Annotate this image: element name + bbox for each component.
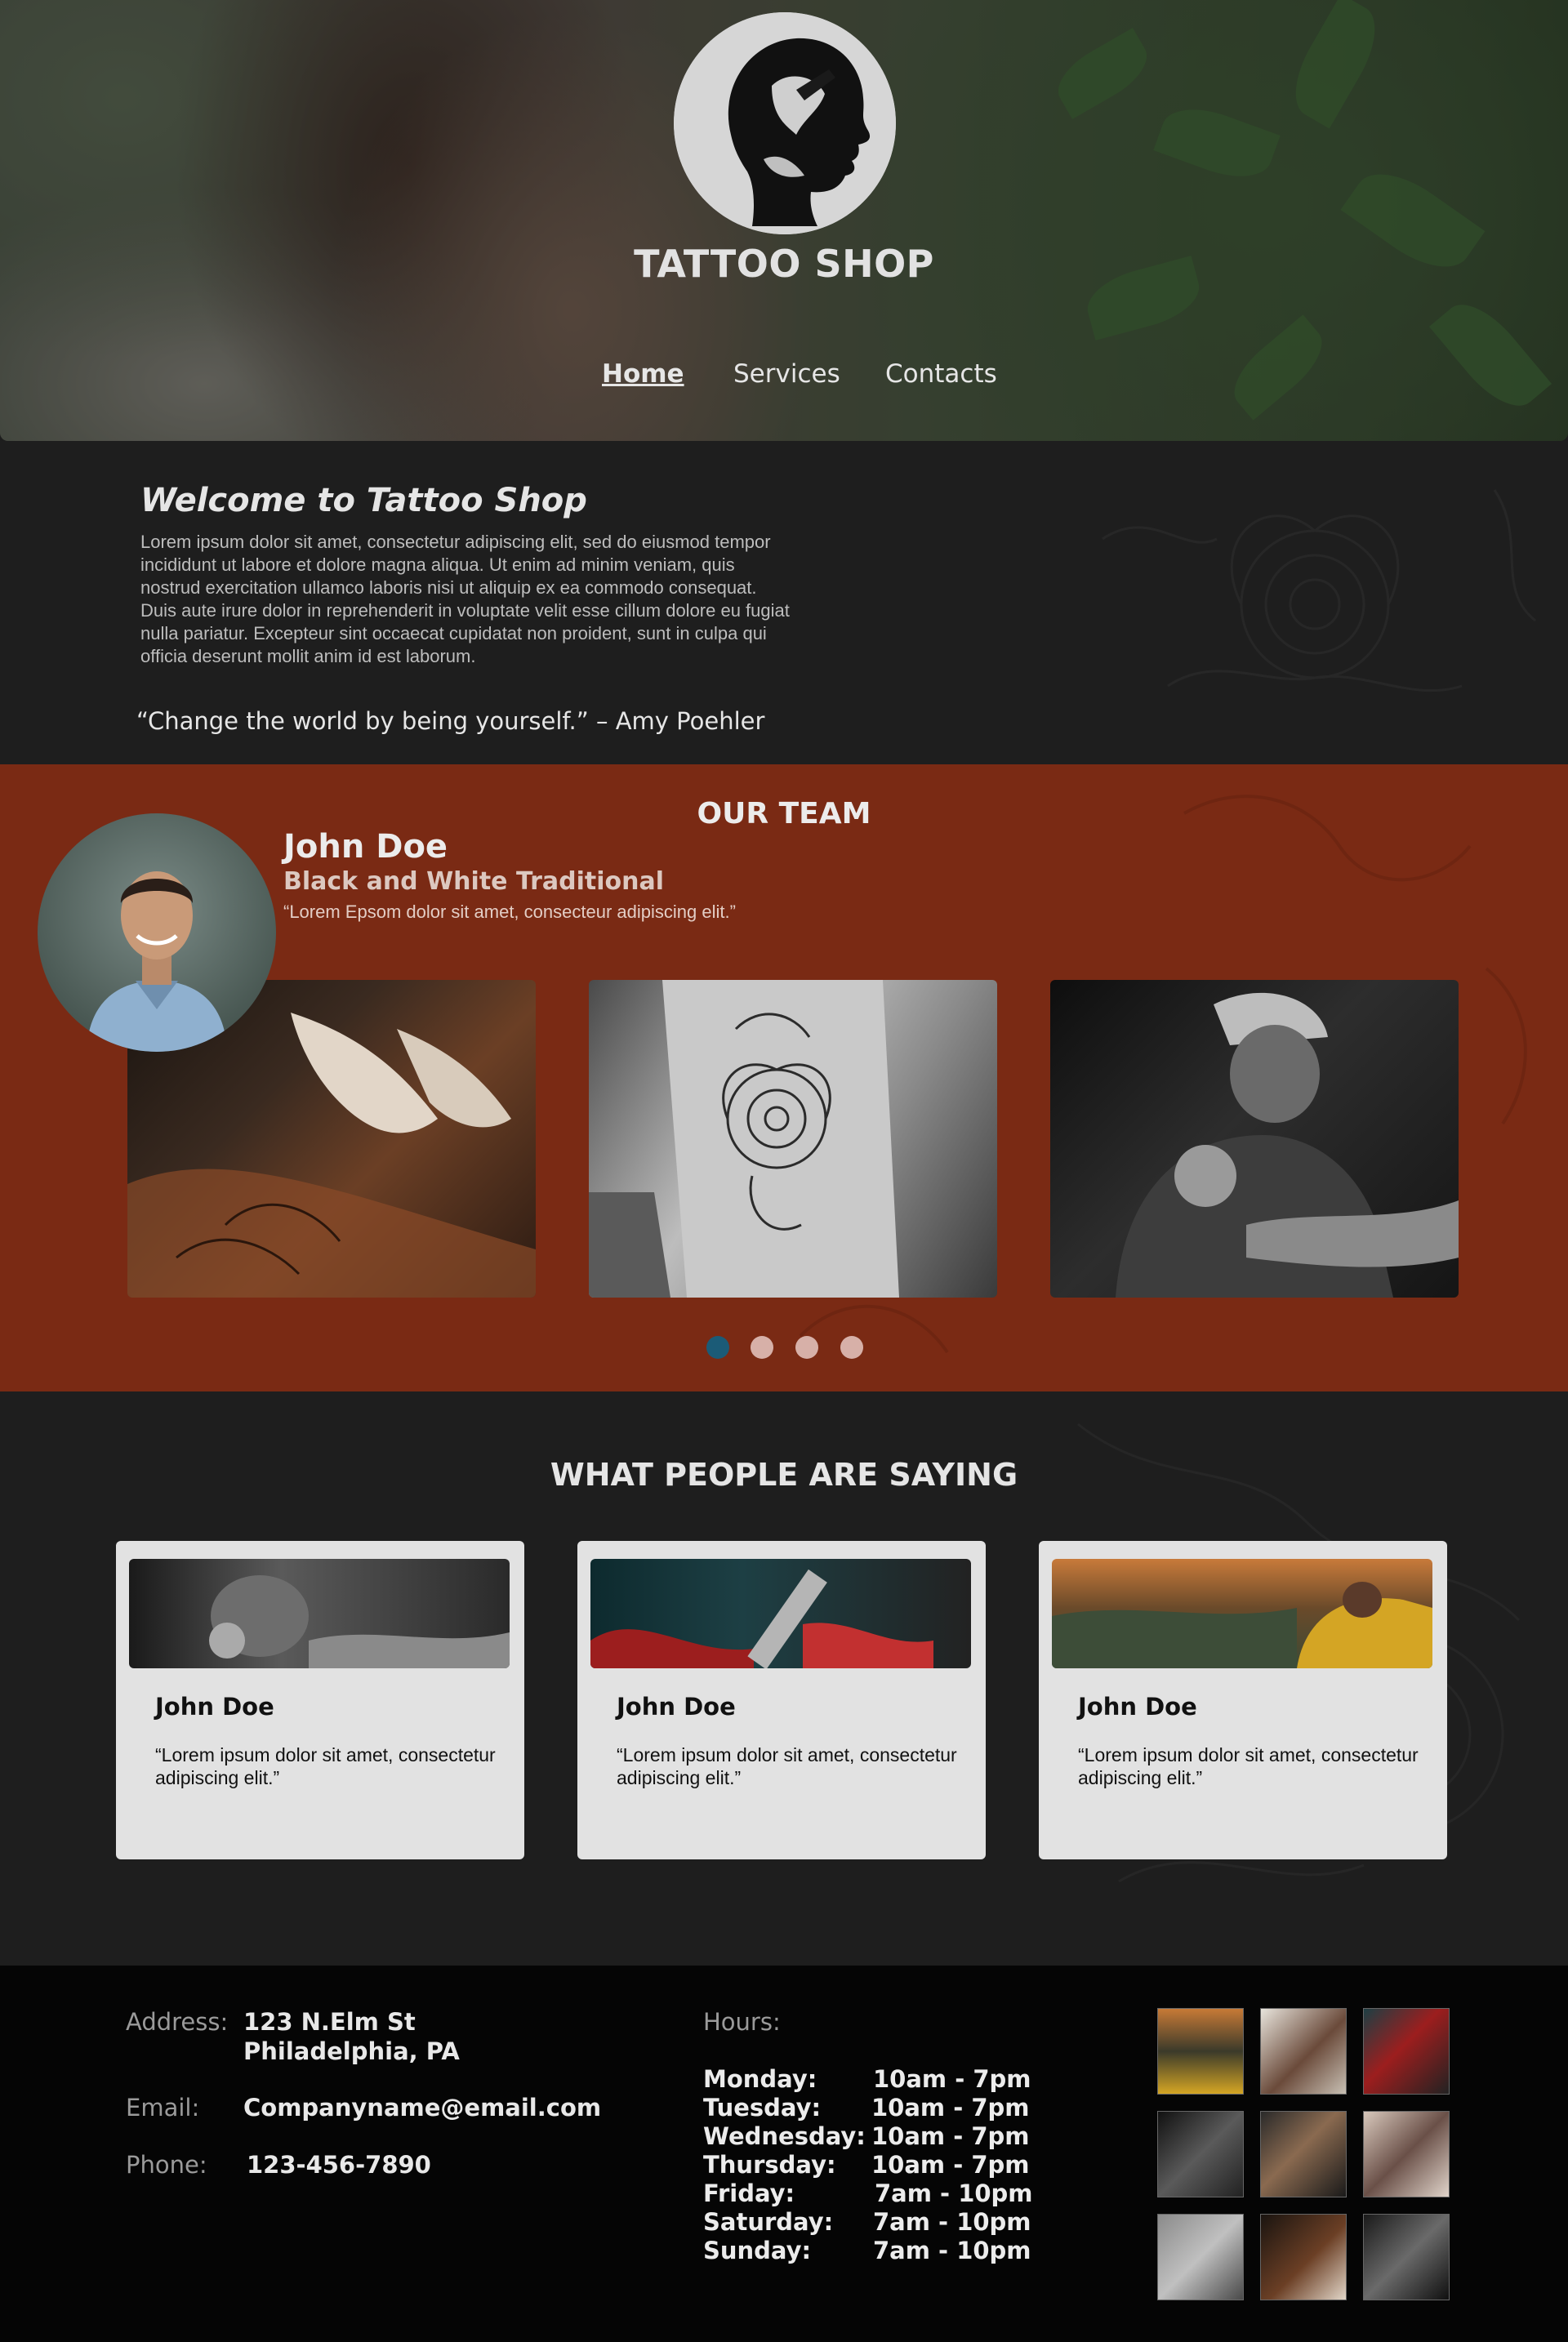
hours-label: Hours: bbox=[703, 2008, 781, 2036]
hours-day: Friday: bbox=[703, 2179, 795, 2207]
carousel-dot-1[interactable] bbox=[706, 1336, 729, 1359]
main-nav: Home Services Contacts bbox=[0, 359, 1568, 400]
team-member-quote: “Lorem Epsom dolor sit amet, consecteur … bbox=[283, 902, 736, 922]
gallery-thumbnail[interactable] bbox=[1363, 2008, 1450, 2095]
sunset-tattooed-person-photo bbox=[1052, 1582, 1432, 1668]
team-member-style: Black and White Traditional bbox=[283, 867, 665, 896]
address-line2: Philadelphia, PA bbox=[243, 2037, 460, 2065]
logo[interactable] bbox=[674, 12, 896, 234]
nav-home[interactable]: Home bbox=[602, 359, 684, 389]
gallery-thumbnail[interactable] bbox=[1363, 2214, 1450, 2300]
gallery-thumbnail[interactable] bbox=[1363, 2111, 1450, 2197]
floral-tattoo-image bbox=[589, 980, 899, 1298]
welcome-body: Lorem ipsum dolor sit amet, consectetur … bbox=[140, 532, 790, 666]
welcome-heading: Welcome to Tattoo Shop bbox=[140, 482, 587, 519]
testimonial-photo bbox=[1052, 1559, 1432, 1668]
nav-contacts[interactable]: Contacts bbox=[885, 359, 997, 389]
hours-day: Wednesday: bbox=[703, 2122, 866, 2150]
testimonial-name: John Doe bbox=[617, 1693, 736, 1721]
testimonial-photo bbox=[129, 1559, 510, 1668]
gallery-thumbnail[interactable] bbox=[1157, 2214, 1244, 2300]
hours-day: Sunday: bbox=[703, 2237, 812, 2264]
hours-day: Thursday: bbox=[703, 2151, 836, 2179]
testimonial-name: John Doe bbox=[1078, 1693, 1197, 1721]
email-label: Email: bbox=[126, 2094, 200, 2122]
team-section: OUR TEAM John Doe Black and White Tradit… bbox=[0, 764, 1568, 1391]
tattoo-machine-photo bbox=[590, 1569, 933, 1668]
hours-day: Tuesday: bbox=[703, 2094, 822, 2122]
testimonial-card: John Doe “Lorem ipsum dolor sit amet, co… bbox=[116, 1541, 524, 1859]
gallery-image-2[interactable] bbox=[589, 980, 997, 1298]
testimonial-card: John Doe “Lorem ipsum dolor sit amet, co… bbox=[1039, 1541, 1447, 1859]
tattoo-artist-image bbox=[1116, 992, 1459, 1298]
testimonial-name: John Doe bbox=[155, 1693, 274, 1721]
testimonial-text: “Lorem ipsum dolor sit amet, consectetur… bbox=[617, 1744, 957, 1788]
phone-label: Phone: bbox=[126, 2151, 207, 2179]
team-heading: OUR TEAM bbox=[697, 797, 871, 830]
address-label: Address: bbox=[126, 2008, 229, 2036]
testimonial-photo bbox=[590, 1559, 971, 1668]
hours-time: 10am - 7pm bbox=[871, 2094, 1030, 2122]
testimonial-text: “Lorem ipsum dolor sit amet, consectetur… bbox=[1078, 1744, 1419, 1788]
testimonials-heading: WHAT PEOPLE ARE SAYING bbox=[550, 1457, 1018, 1493]
tattoo-artist-photo bbox=[209, 1575, 510, 1668]
team-member-name: John Doe bbox=[283, 828, 448, 866]
hours-time: 7am - 10pm bbox=[873, 2237, 1031, 2264]
gallery-thumbnail[interactable] bbox=[1157, 2111, 1244, 2197]
welcome-section: Welcome to Tattoo Shop Lorem ipsum dolor… bbox=[0, 441, 1568, 764]
email-link[interactable]: Companyname@email.com bbox=[243, 2094, 601, 2122]
carousel-dot-2[interactable] bbox=[751, 1336, 773, 1359]
rose-line-art-decoration bbox=[1102, 489, 1536, 692]
hours-day: Monday: bbox=[703, 2065, 817, 2093]
person-avatar-icon bbox=[87, 871, 227, 1052]
gallery-thumbnail[interactable] bbox=[1260, 2111, 1347, 2197]
carousel-dot-4[interactable] bbox=[840, 1336, 863, 1359]
gallery-thumbnail[interactable] bbox=[1157, 2008, 1244, 2095]
testimonial-card: John Doe “Lorem ipsum dolor sit amet, co… bbox=[577, 1541, 986, 1859]
hours-time: 7am - 10pm bbox=[875, 2179, 1033, 2207]
site-title: TATTOO SHOP bbox=[634, 242, 934, 286]
testimonials-section: WHAT PEOPLE ARE SAYING John Doe “Lorem i… bbox=[0, 1391, 1568, 1966]
footer: Address: 123 N.Elm St Philadelphia, PA E… bbox=[0, 1966, 1568, 2342]
gallery-thumbnail[interactable] bbox=[1260, 2008, 1347, 2095]
carousel-dot-3[interactable] bbox=[795, 1336, 818, 1359]
team-member-avatar[interactable] bbox=[38, 813, 276, 1052]
tattoo-head-logo-icon bbox=[674, 12, 896, 234]
phone-link[interactable]: 123-456-7890 bbox=[247, 2151, 431, 2179]
address-line1: 123 N.Elm St bbox=[243, 2008, 416, 2036]
hours-time: 10am - 7pm bbox=[873, 2065, 1031, 2093]
nav-services[interactable]: Services bbox=[733, 359, 840, 389]
gallery-thumbnail[interactable] bbox=[1260, 2214, 1347, 2300]
testimonial-text: “Lorem ipsum dolor sit amet, consectetur… bbox=[155, 1744, 496, 1788]
welcome-quote: “Change the world by being yourself.” – … bbox=[136, 707, 765, 735]
hours-time: 10am - 7pm bbox=[871, 2122, 1030, 2150]
hero-header: TATTOO SHOP Home Services Contacts bbox=[0, 0, 1568, 441]
hours-time: 7am - 10pm bbox=[873, 2208, 1031, 2236]
gallery-image-3[interactable] bbox=[1050, 980, 1459, 1298]
hours-time: 10am - 7pm bbox=[871, 2151, 1030, 2179]
hours-day: Saturday: bbox=[703, 2208, 834, 2236]
